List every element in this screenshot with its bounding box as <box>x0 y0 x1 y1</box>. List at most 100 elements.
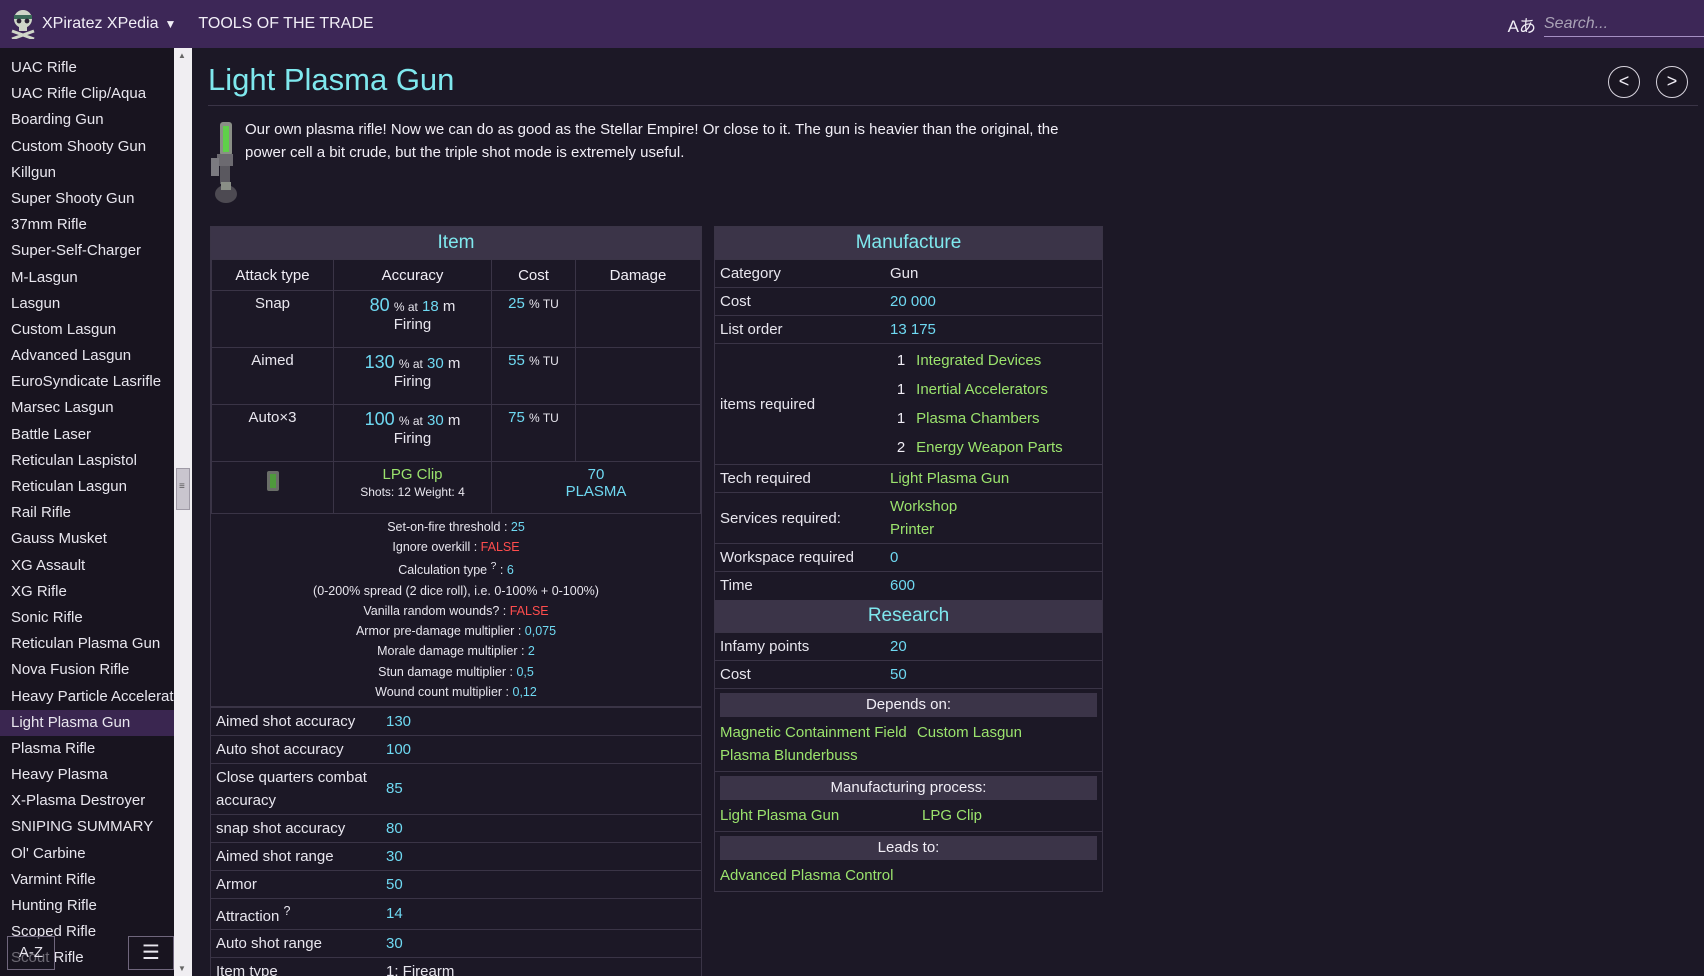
sidebar-item[interactable]: 37mm Rifle <box>0 212 174 238</box>
sidebar-scrollbar[interactable]: ▲ ▼ <box>174 48 192 976</box>
stat-row: Attraction ? 14 <box>211 897 701 930</box>
stat-row: Aimed shot accuracy 130 <box>211 706 701 736</box>
sidebar-item[interactable]: Heavy Plasma <box>0 762 174 788</box>
sidebar-item[interactable]: Reticulan Laspistol <box>0 448 174 474</box>
sidebar-item[interactable]: Rail Rifle <box>0 500 174 526</box>
column-header: Cost <box>491 259 576 291</box>
required-item-link[interactable]: Integrated Devices <box>916 352 1041 369</box>
attack-type: Auto×3 <box>211 404 334 462</box>
app-menu-button[interactable]: XPiratez XPedia ▼ <box>10 9 176 39</box>
search-input[interactable] <box>1544 11 1704 37</box>
attack-table: Attack type Accuracy Cost Damage Snap 80… <box>211 259 701 514</box>
sidebar-item[interactable]: Lasgun <box>0 291 174 317</box>
attack-row-snap: Snap 80 % at 18 m Firing 25 % TU <box>211 290 701 348</box>
research-cost-value: 50 <box>885 659 1102 688</box>
ammo-link[interactable]: LPG Clip <box>382 466 442 483</box>
stat-row: snap shot accuracy 80 <box>211 813 701 843</box>
sidebar-item[interactable]: Battle Laser <box>0 422 174 448</box>
sidebar-item[interactable]: Custom Shooty Gun <box>0 134 174 160</box>
sidebar-item[interactable]: Reticulan Lasgun <box>0 474 174 500</box>
items-required-list: 1 Integrated Devices 1 Inertial Accelera… <box>885 343 1102 465</box>
sidebar-item[interactable]: UAC Rifle Clip/Aqua <box>0 81 174 107</box>
sidebar-list: UAC Rifle UAC Rifle Clip/Aqua Boarding Gun… <box>0 48 174 972</box>
required-item-link[interactable]: Inertial Accelerators <box>916 381 1048 398</box>
service-link[interactable]: Printer <box>890 518 1097 541</box>
language-icon[interactable]: Aあ <box>1508 12 1536 37</box>
sidebar-item[interactable]: X-Plasma Destroyer <box>0 788 174 814</box>
leads-to-links: Advanced Plasma Control <box>715 864 1102 891</box>
required-item-link[interactable]: Energy Weapon Parts <box>916 439 1062 456</box>
process-link[interactable]: Light Plasma Gun <box>720 804 916 827</box>
column-header: Accuracy <box>333 259 492 291</box>
sidebar-item[interactable]: Super-Self-Charger <box>0 238 174 264</box>
sidebar-item[interactable]: Super Shooty Gun <box>0 186 174 212</box>
sidebar-item[interactable]: Custom Lasgun <box>0 317 174 343</box>
depends-link[interactable]: Custom Lasgun <box>917 724 1022 741</box>
attack-damage <box>575 347 701 405</box>
sidebar-item[interactable]: Ol' Carbine <box>0 841 174 867</box>
az-sort-button[interactable]: A-Z <box>7 936 55 970</box>
sidebar-item[interactable]: Varmint Rifle <box>0 867 174 893</box>
time-label: Time <box>715 571 885 600</box>
sidebar-item[interactable]: Plasma Rifle <box>0 736 174 762</box>
depends-links: Magnetic Containment Field Custom Lasgun… <box>715 721 1102 772</box>
attack-accuracy: 130 % at 30 m Firing <box>333 347 492 405</box>
attack-row-aimed: Aimed 130 % at 30 m Firing 55 % TU <box>211 347 701 405</box>
sidebar-item[interactable]: Boarding Gun <box>0 107 174 133</box>
item-panel: Item Attack type Accuracy Cost Damage Sn… <box>210 226 702 976</box>
chevron-down-icon: ▼ <box>164 17 177 31</box>
scroll-up-arrow-icon[interactable]: ▲ <box>178 51 186 60</box>
next-article-button[interactable]: > <box>1656 66 1688 98</box>
attack-cost: 25 % TU <box>491 290 576 348</box>
lpg-clip-icon[interactable] <box>265 470 281 492</box>
damage-properties: Set-on-fire threshold : 25 Ignore overki… <box>211 514 701 707</box>
sidebar-item[interactable]: Killgun <box>0 160 174 186</box>
tech-required-link[interactable]: Light Plasma Gun <box>885 464 1102 493</box>
category-value: Gun <box>885 259 1102 288</box>
sidebar-item[interactable]: SNIPING SUMMARY <box>0 814 174 840</box>
attack-type: Snap <box>211 290 334 348</box>
ammo-info: LPG Clip Shots: 12 Weight: 4 <box>333 461 492 514</box>
sidebar-item[interactable]: Gauss Musket <box>0 526 174 552</box>
help-tooltip-icon[interactable]: ? <box>284 904 291 918</box>
category-label: Category <box>715 259 885 288</box>
stat-row: Auto shot range 30 <box>211 928 701 958</box>
depends-heading: Depends on: <box>720 693 1097 717</box>
sidebar-item[interactable]: XG Rifle <box>0 579 174 605</box>
leads-to-link[interactable]: Advanced Plasma Control <box>720 867 893 884</box>
sidebar-item[interactable]: Sonic Rifle <box>0 605 174 631</box>
scrollbar-thumb[interactable] <box>176 468 190 510</box>
sidebar-item[interactable]: Light Plasma Gun <box>0 709 174 736</box>
sidebar-item[interactable]: M-Lasgun <box>0 265 174 291</box>
sidebar-item[interactable]: EuroSyndicate Lasrifle <box>0 369 174 395</box>
sidebar-item[interactable]: XG Assault <box>0 553 174 579</box>
previous-article-button[interactable]: < <box>1608 66 1640 98</box>
scroll-down-arrow-icon[interactable]: ▼ <box>178 964 186 973</box>
sidebar-item[interactable]: UAC Rifle <box>0 55 174 81</box>
depends-link[interactable]: Magnetic Containment Field <box>720 724 907 741</box>
research-heading: Research <box>715 599 1102 632</box>
service-link[interactable]: Workshop <box>890 495 1097 518</box>
stat-row: Armor 50 <box>211 869 701 899</box>
research-table: Infamy points 20 Cost 50 <box>715 631 1102 688</box>
main-content: Light Plasma Gun < > Our own plasma rifl… <box>192 48 1704 976</box>
stat-row: Auto shot accuracy 100 <box>211 734 701 764</box>
sidebar-item[interactable]: Heavy Particle Accelerator <box>0 684 174 710</box>
app-title: XPiratez XPedia <box>42 15 159 32</box>
sidebar-item[interactable]: Reticulan Plasma Gun <box>0 631 174 657</box>
ammo-row: LPG Clip Shots: 12 Weight: 4 70 PLASMA <box>211 461 701 514</box>
depends-link[interactable]: Plasma Blunderbuss <box>720 747 858 764</box>
stat-row: Item type 1: Firearm <box>211 956 701 976</box>
item-description: Our own plasma rifle! Now we can do as g… <box>245 121 1059 161</box>
required-item-link[interactable]: Plasma Chambers <box>916 410 1039 427</box>
section-title: TOOLS OF THE TRADE <box>198 15 374 32</box>
sidebar-item[interactable]: Hunting Rifle <box>0 893 174 919</box>
page-title: Light Plasma Gun <box>208 62 455 97</box>
tech-required-label: Tech required <box>715 464 885 493</box>
process-link[interactable]: LPG Clip <box>922 804 982 827</box>
hamburger-menu-icon[interactable]: ☰ <box>128 936 174 970</box>
sidebar-item[interactable]: Advanced Lasgun <box>0 343 174 369</box>
sidebar-item[interactable]: Nova Fusion Rifle <box>0 657 174 683</box>
stat-row: Close quarters combat accuracy 85 <box>211 762 701 815</box>
sidebar-item[interactable]: Marsec Lasgun <box>0 395 174 421</box>
